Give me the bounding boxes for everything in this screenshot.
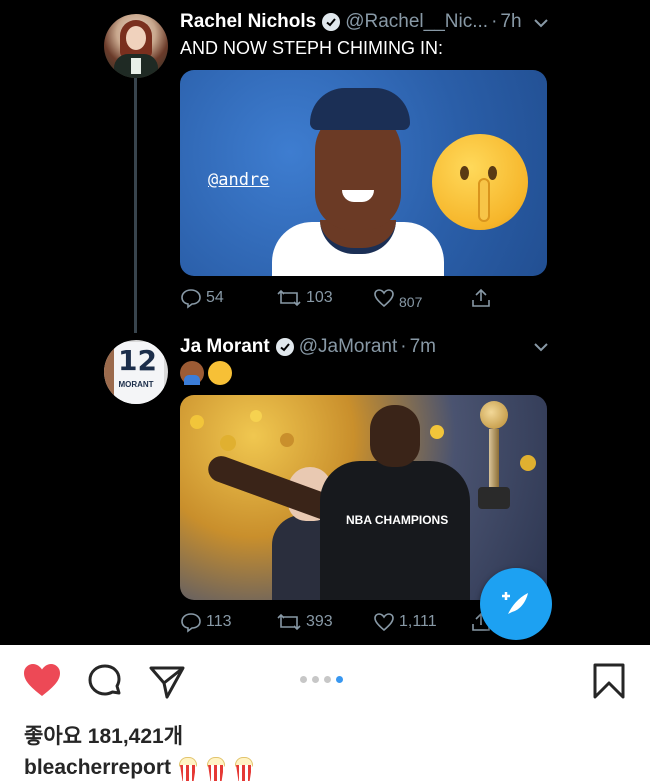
tweet-2-header: Ja Morant @JaMorant · 7m <box>180 336 436 357</box>
caption: bleacherreport <box>24 755 255 781</box>
share-direct-icon[interactable] <box>148 664 186 700</box>
media-mention-text: @andre <box>208 170 270 190</box>
reply-icon <box>181 289 201 309</box>
carousel-dot <box>300 676 307 683</box>
carousel-indicator <box>300 676 343 683</box>
tweet-1-media[interactable]: @andre <box>180 70 547 276</box>
retweet-count: 393 <box>306 613 333 630</box>
username-link[interactable]: bleacherreport <box>24 756 171 780</box>
person-shrugging-icon <box>180 361 204 385</box>
retweet-icon <box>277 613 301 631</box>
like-button[interactable]: 807 <box>373 287 423 310</box>
tweet-1-actions: 54 103 807 <box>180 287 500 311</box>
tweet-1-handle: @Rachel__Nic... <box>345 11 489 32</box>
chevron-down-icon[interactable] <box>532 14 550 32</box>
reply-count: 54 <box>206 289 224 306</box>
shushing-face-icon <box>432 134 528 230</box>
trophy-image <box>476 401 510 511</box>
popcorn-icon <box>205 755 227 781</box>
reply-count: 113 <box>206 613 232 630</box>
heart-filled-icon[interactable] <box>22 662 62 698</box>
thread-connector <box>134 78 137 333</box>
tweet-2-text <box>180 361 232 385</box>
tweet-2-name: Ja Morant <box>180 336 270 357</box>
bookmark-icon[interactable] <box>592 662 626 700</box>
carousel-dot <box>324 676 331 683</box>
comment-icon[interactable] <box>86 663 124 701</box>
retweet-button[interactable]: 103 <box>276 287 333 309</box>
chevron-down-icon[interactable] <box>532 338 550 356</box>
shushing-face-icon <box>208 361 232 385</box>
avatar-jersey-number: 12 <box>118 344 157 377</box>
popcorn-icon <box>233 755 255 781</box>
like-count: 807 <box>399 294 423 310</box>
compose-tweet-button[interactable] <box>480 568 552 640</box>
retweet-count: 103 <box>306 289 333 306</box>
avatar-jersey-name: MORANT <box>118 380 154 389</box>
verified-icon <box>275 338 294 356</box>
like-count: 1,111 <box>399 613 437 630</box>
ja-morant-avatar: 12 MORANT <box>104 340 168 404</box>
champions-shirt-text: NBA CHAMPIONS <box>346 513 449 527</box>
verified-icon <box>322 13 341 31</box>
compose-feather-icon <box>502 592 528 614</box>
tweet-2-actions: 113 393 1,111 <box>180 611 500 635</box>
tweet-1-text: AND NOW STEPH CHIMING IN: <box>180 38 444 58</box>
tweet-1-time: 7h <box>500 11 522 32</box>
share-button[interactable] <box>470 287 492 309</box>
retweet-icon <box>277 289 301 307</box>
tweet-2-media[interactable]: NBA CHAMPIONS <box>180 395 547 600</box>
likes-count[interactable]: 좋아요 181,421개 <box>24 720 183 750</box>
heart-outline-icon <box>374 289 394 308</box>
carousel-dot-active <box>336 676 343 683</box>
rachel-nichols-avatar <box>104 14 168 78</box>
like-button[interactable]: 1,111 <box>373 611 437 633</box>
tweet-1-name: Rachel Nichols <box>180 11 317 32</box>
carousel-dot <box>312 676 319 683</box>
retweet-button[interactable]: 393 <box>276 611 333 633</box>
reply-button[interactable]: 113 <box>180 611 232 633</box>
share-icon <box>472 288 490 307</box>
tweet-1-header: Rachel Nichols @Rachel__Nic... · 7h <box>180 11 522 32</box>
popcorn-icon <box>177 755 199 781</box>
reply-button[interactable]: 54 <box>180 287 224 309</box>
reply-icon <box>181 613 201 633</box>
tweet-2-handle: @JaMorant <box>298 336 398 357</box>
heart-outline-icon <box>374 613 394 632</box>
tweet-2-time: 7m <box>409 336 436 357</box>
post-image[interactable]: Rachel Nichols @Rachel__Nic... · 7h AND … <box>0 0 650 645</box>
